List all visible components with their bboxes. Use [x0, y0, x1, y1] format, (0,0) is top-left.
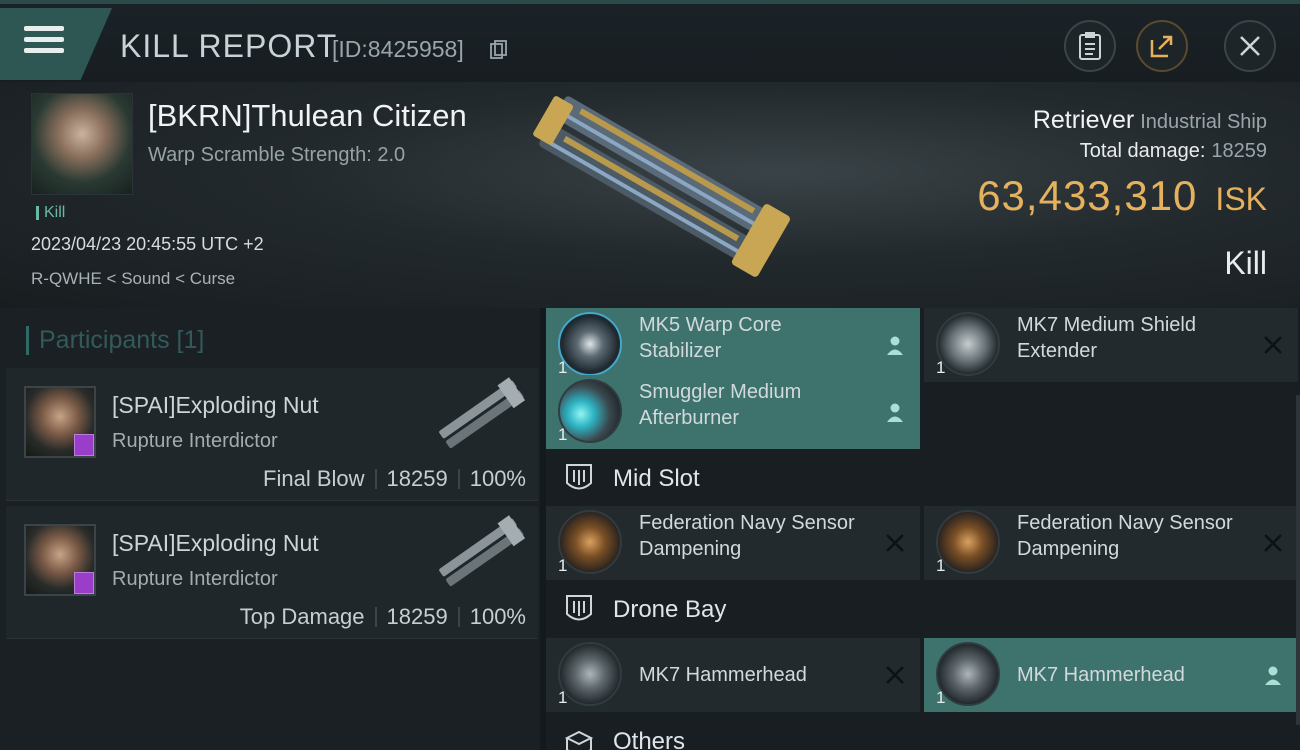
participants-panel: Participants [1] [SPAI]Exploding Nut Rup…	[0, 308, 540, 750]
shield-extender-icon	[936, 312, 1000, 376]
module-qty: 1	[936, 688, 946, 707]
module-qty: 1	[558, 556, 568, 575]
isk-unit: ISK	[1215, 181, 1267, 217]
total-damage-value: 18259	[1211, 140, 1267, 162]
modules-panel[interactable]: 1 MK5 Warp Core Stabilizer 1 MK7 Medium …	[546, 308, 1300, 750]
isk-value: 63,433,310	[977, 172, 1198, 219]
participant-role: Final Blow	[263, 466, 365, 491]
participant-percent: 100%	[469, 604, 526, 629]
module-name: Smuggler Medium Afterburner	[639, 381, 802, 429]
module-name: Federation Navy Sensor Dampening	[1017, 512, 1233, 560]
section-others: Others	[546, 714, 1300, 750]
participants-header: Participants [1]	[26, 326, 204, 355]
ship-name-line: Retriever Industrial Ship	[1033, 106, 1267, 135]
destroyed-x-icon	[1264, 534, 1282, 552]
share-button[interactable]	[1136, 20, 1188, 72]
module-name: MK7 Hammerhead	[639, 664, 807, 686]
participant-row[interactable]: [SPAI]Exploding Nut Rupture Interdictor …	[6, 368, 538, 501]
report-id: [ID:8425958]	[332, 36, 464, 62]
module-item[interactable]: 1 MK7 Hammerhead	[546, 638, 920, 712]
warp-core-stabilizer-icon	[558, 312, 622, 376]
total-damage-line: Total damage: 18259	[1080, 140, 1267, 163]
destroyed-x-icon	[1264, 336, 1282, 354]
participant-percent: 100%	[469, 466, 526, 491]
module-name: MK7 Hammerhead	[1017, 664, 1185, 686]
participant-role: Top Damage	[239, 604, 365, 629]
section-drone-bay: Drone Bay	[546, 582, 1300, 638]
hamburger-menu-icon[interactable]	[24, 26, 64, 58]
drone-icon	[558, 642, 622, 706]
copy-icon[interactable]	[490, 40, 508, 60]
participant-damage: 18259	[386, 604, 448, 629]
victim-pilot-name[interactable]: [BKRN]Thulean Citizen	[148, 98, 467, 134]
module-name: Federation Navy Sensor Dampening	[639, 512, 855, 560]
participant-ship: Rupture Interdictor	[112, 430, 278, 452]
sensor-dampener-icon	[936, 510, 1000, 574]
module-name: MK7 Medium Shield Extender	[1017, 314, 1196, 362]
destroyed-x-icon	[886, 666, 904, 684]
section-label: Mid Slot	[613, 465, 700, 492]
module-qty: 1	[558, 688, 568, 707]
drone-bay-icon	[566, 595, 592, 621]
ship-name[interactable]: Retriever	[1033, 106, 1134, 134]
kill-tag: Kill	[36, 205, 65, 221]
participant-ship: Rupture Interdictor	[112, 568, 278, 590]
kill-location[interactable]: R-QWHE < Sound < Curse	[31, 269, 235, 289]
others-icon	[564, 730, 594, 750]
dropped-person-icon	[887, 403, 903, 422]
module-item[interactable]: 1 Federation Navy Sensor Dampening	[546, 506, 920, 580]
module-item[interactable]: 1 MK5 Warp Core Stabilizer	[546, 308, 920, 382]
section-label: Others	[613, 728, 686, 750]
participant-ship-icon	[439, 377, 526, 449]
participant-name: [SPAI]Exploding Nut	[112, 530, 319, 556]
clipboard-button[interactable]	[1064, 20, 1116, 72]
kill-datetime: 2023/04/23 20:45:55 UTC +2	[31, 234, 264, 254]
ship-render	[533, 96, 790, 277]
close-icon	[1240, 36, 1260, 56]
participant-stats: Final Blow 18259 100%	[263, 466, 526, 492]
total-damage-label: Total damage:	[1079, 140, 1206, 162]
page-title: KILL REPORT	[120, 28, 338, 64]
section-mid-slot: Mid Slot	[546, 451, 1300, 507]
dropped-person-icon	[887, 336, 903, 355]
module-item[interactable]: 1 MK7 Medium Shield Extender	[924, 308, 1298, 382]
section-label: Drone Bay	[613, 596, 727, 623]
share-icon	[1150, 35, 1173, 58]
isk-line: 63,433,310 ISK	[977, 172, 1267, 220]
afterburner-icon	[558, 379, 622, 443]
participant-damage: 18259	[386, 466, 448, 491]
module-qty: 1	[936, 556, 946, 575]
module-name: MK5 Warp Core Stabilizer	[639, 314, 782, 362]
dropped-person-icon	[1265, 666, 1281, 685]
warp-scramble-strength: Warp Scramble Strength: 2.0	[148, 144, 406, 166]
participant-row[interactable]: [SPAI]Exploding Nut Rupture Interdictor …	[6, 506, 538, 639]
top-bar: KILL REPORT [ID:8425958]	[0, 0, 1300, 82]
participant-ship-icon	[439, 515, 526, 587]
ship-class: Industrial Ship	[1140, 111, 1267, 133]
clipboard-icon	[1079, 32, 1101, 60]
module-qty: 1	[558, 425, 568, 444]
info-badge-icon	[74, 572, 94, 594]
destroyed-x-icon	[886, 534, 904, 552]
participant-stats: Top Damage 18259 100%	[240, 604, 526, 630]
modules-scrollbar[interactable]	[1296, 395, 1300, 725]
victim-panel: [BKRN]Thulean Citizen Warp Scramble Stre…	[0, 82, 1300, 308]
drone-icon	[936, 642, 1000, 706]
kill-result: Kill	[1224, 245, 1267, 281]
module-qty: 1	[936, 358, 946, 377]
module-item[interactable]: 1 MK7 Hammerhead	[924, 638, 1298, 712]
info-badge-icon	[74, 434, 94, 456]
victim-portrait[interactable]	[31, 93, 133, 195]
module-item[interactable]: 1 Smuggler Medium Afterburner	[546, 375, 920, 449]
mid-slot-icon	[566, 464, 592, 490]
sensor-dampener-icon	[558, 510, 622, 574]
close-button[interactable]	[1224, 20, 1276, 72]
module-item[interactable]: 1 Federation Navy Sensor Dampening	[924, 506, 1298, 580]
participant-name: [SPAI]Exploding Nut	[112, 392, 319, 418]
